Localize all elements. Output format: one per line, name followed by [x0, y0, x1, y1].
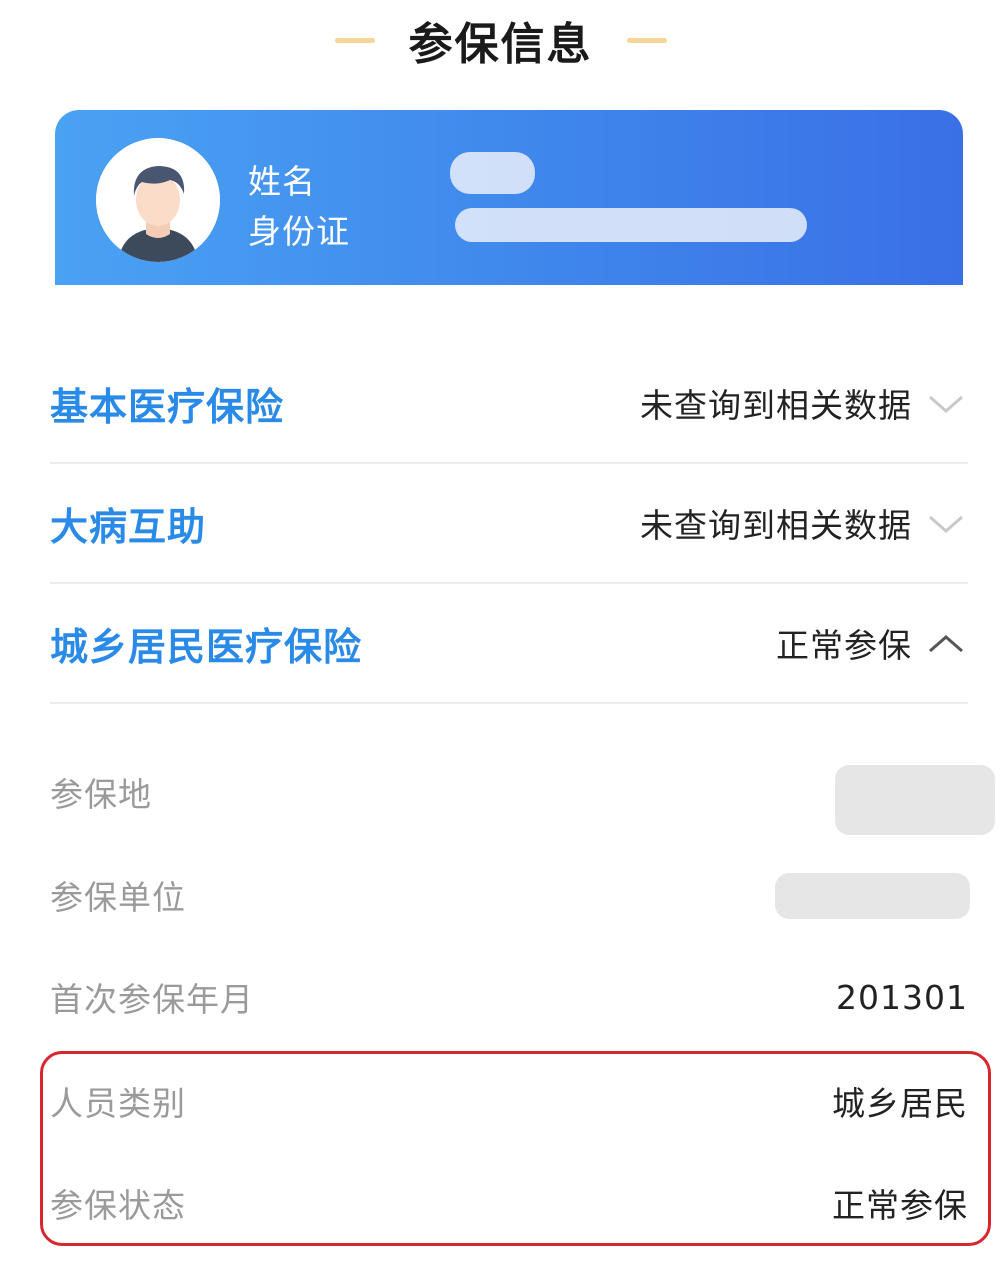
detail-label: 首次参保年月	[50, 980, 254, 1019]
insurance-row-urban-rural[interactable]: 城乡居民医疗保险 正常参保	[50, 584, 968, 704]
insurance-info-page: 参保信息 姓名 身份证 基本医疗保险 未查询到相关数据 大病互助 未查询到相关数…	[0, 0, 1001, 1281]
id-number-redacted	[455, 208, 807, 242]
detail-label: 参保地	[50, 775, 152, 814]
insurance-row-serious-illness[interactable]: 大病互助 未查询到相关数据	[50, 464, 968, 584]
profile-card: 姓名 身份证	[55, 110, 963, 285]
page-title: 参保信息	[408, 19, 593, 70]
insurance-title: 基本医疗保险	[50, 384, 285, 429]
name-redacted	[450, 152, 535, 194]
chevron-up-icon[interactable]	[926, 628, 966, 658]
insurance-status: 未查询到相关数据	[640, 386, 912, 425]
id-card-label: 身份证	[248, 212, 350, 251]
name-label: 姓名	[248, 162, 316, 201]
insurance-status: 正常参保	[776, 626, 912, 665]
chevron-down-icon[interactable]	[926, 388, 966, 418]
detail-row-first-insured-date: 首次参保年月 201301	[50, 962, 968, 1032]
section-header: 参保信息	[0, 0, 1001, 80]
insurance-title: 大病互助	[50, 504, 207, 549]
insurance-row-basic-medical[interactable]: 基本医疗保险 未查询到相关数据	[50, 344, 968, 464]
user-avatar-icon	[96, 138, 220, 262]
title-decoration-left	[334, 37, 375, 43]
unit-redacted	[775, 873, 970, 919]
detail-label: 参保单位	[50, 878, 186, 917]
insurance-status: 未查询到相关数据	[640, 506, 912, 545]
highlight-box	[40, 1051, 991, 1246]
insurance-title: 城乡居民医疗保险	[50, 624, 363, 669]
detail-value: 201301	[836, 977, 968, 1017]
detail-row-insured-location: 参保地	[50, 757, 968, 827]
title-decoration-right	[626, 37, 667, 43]
location-redacted	[835, 765, 995, 835]
chevron-down-icon[interactable]	[926, 508, 966, 538]
